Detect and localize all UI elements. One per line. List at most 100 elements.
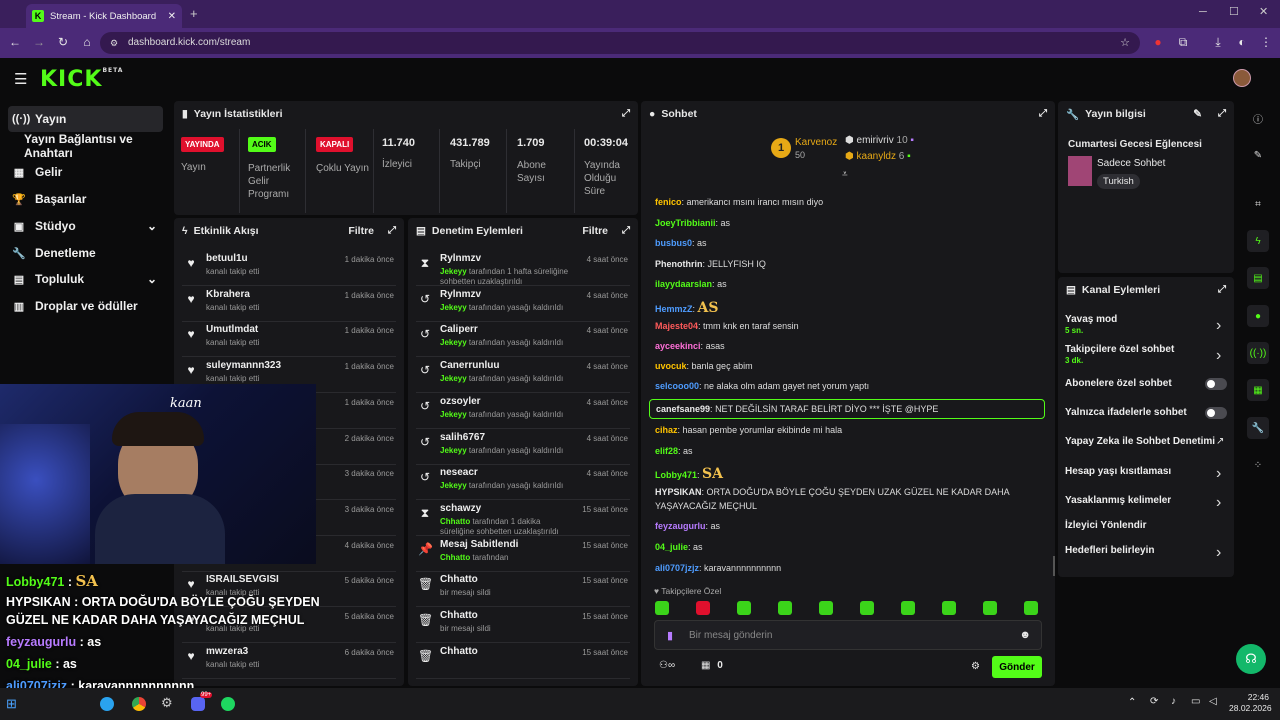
emoji-picker-icon[interactable]: ☻ [1019,629,1031,641]
edge-icon[interactable] [100,697,114,711]
sidebar-item-stream-key[interactable]: Yayın Bağlantısı ve Anahtarı [8,132,163,160]
discord-icon[interactable] [191,697,205,711]
extensions-puzzle-icon[interactable]: ⧉ [1175,35,1191,50]
activity-name[interactable]: Kbrahera [206,289,250,300]
edit-pencil-icon[interactable]: ✎ [1236,141,1280,169]
moderator-name[interactable]: Jekeyy [440,267,467,276]
extension-icon[interactable]: ● [1150,35,1166,49]
chat-username[interactable]: Lobby471 [655,470,697,480]
chat-input[interactable]: ▮ Bir mesaj gönderin ☻ [654,620,1042,650]
tray-speaker-icon[interactable]: ◁ [1209,696,1217,707]
chat-username[interactable]: elif28 [655,446,678,456]
download-icon[interactable]: ⤓ [1210,35,1226,50]
moderator-name[interactable]: Jekeyy [440,410,467,419]
steam-icon[interactable]: ⚙ [161,695,173,711]
chat-username[interactable]: canefsane99 [656,404,710,414]
activity-name[interactable]: betuul1u [206,253,248,264]
moderation-target[interactable]: Chhatto [440,574,478,585]
channel-action-item[interactable]: Takipçilere özel sohbet 3 dk. [1065,344,1174,365]
chevron-right-icon[interactable]: › [1216,494,1270,512]
chat-users-icon[interactable]: ⚇∞ [659,660,675,671]
expand-icon[interactable]: ⤢ [622,225,630,236]
chat-username[interactable]: JoeyTribbianii [655,218,716,228]
chat-username[interactable]: Majeste04 [655,321,698,331]
chat-username[interactable]: ayceekinci [655,341,701,351]
emote-icon[interactable] [1024,601,1038,615]
channel-action-item[interactable]: Yasaklanmış kelimeler [1065,495,1171,506]
sidebar-item-denetleme[interactable]: 🔧 Denetleme [8,240,163,266]
channel-action-item[interactable]: Yalnızca ifadelerle sohbet [1065,407,1187,418]
moderator-name[interactable]: Jekeyy [440,446,467,455]
moderation-target[interactable]: neseacr [440,467,478,478]
tray-clock[interactable]: 22:46 28.02.2026 [1229,692,1272,714]
scan-icon[interactable]: ⌗ [1236,190,1280,218]
moderator-name[interactable]: Jekeyy [440,481,467,490]
leader-3[interactable]: ⬢ kaanyldz 6 ▪ [845,151,911,162]
sidebar-item-topluluk[interactable]: ▤ Topluluk ⌄ [8,266,163,292]
url-field[interactable]: ⚙ dashboard.kick.com/stream ☆ [100,32,1140,54]
moderator-name[interactable]: Jekeyy [440,374,467,383]
channel-action-item[interactable]: Hesap yaşı kısıtlaması [1065,466,1171,477]
emote-icon[interactable] [696,601,710,615]
sidebar-item-basarilar[interactable]: 🏆 Başarılar [8,186,163,212]
emote-icon[interactable] [737,601,751,615]
tray-chevron-icon[interactable]: ⌃ [1128,697,1136,708]
channel-action-item[interactable]: Abonelere özel sohbet [1065,378,1172,389]
forward-icon[interactable]: → [31,35,47,49]
emote-icon[interactable] [778,601,792,615]
channel-action-item[interactable]: İzleyici Yönlendir [1065,520,1147,531]
chat-username[interactable]: uvocuk [655,361,687,371]
activity-name[interactable]: suleymannn323 [206,360,281,371]
sidebar-item-droplar[interactable]: ▥ Droplar ve ödüller [8,293,163,319]
chat-icon[interactable]: ● [1236,302,1280,330]
profile-avatar-icon[interactable]: ◐ [1234,35,1250,49]
home-icon[interactable]: ⌂ [79,35,95,49]
moderation-target[interactable]: schawzy [440,503,481,514]
emote-icon[interactable] [655,601,669,615]
tab-close-icon[interactable]: ✕ [168,11,176,22]
spotify-icon[interactable] [221,697,235,711]
tray-sync-icon[interactable]: ⟳ [1150,696,1158,707]
browser-menu-icon[interactable]: ⋮ [1258,35,1274,49]
toggle-switch[interactable] [1205,407,1227,419]
site-info-icon[interactable]: ⚙ [110,32,118,54]
kick-logo[interactable]: KICKBETA [40,67,123,92]
expand-icon[interactable]: ⤢ [388,225,396,236]
activity-name[interactable]: ISRAILSEVGISI [206,574,279,585]
sidebar-item-gelir[interactable]: ▦ Gelir [8,159,163,185]
activity-name[interactable]: mwzera3 [206,646,248,657]
windows-start-icon[interactable]: ⊞ [6,696,17,712]
expand-icon[interactable]: ⤢ [622,108,630,119]
reload-icon[interactable]: ↻ [55,35,71,49]
emote-icon[interactable] [942,601,956,615]
browser-tab[interactable]: K Stream - Kick Dashboard ✕ [26,4,182,28]
expand-icon[interactable]: ⤢ [1218,284,1226,295]
filter-button[interactable]: Filtre [582,225,608,237]
channel-action-item[interactable]: Hedefleri belirleyin [1065,545,1154,556]
wrench-icon[interactable]: 🔧 [1236,414,1280,442]
chat-username[interactable]: ali0707jzjz [655,563,699,573]
user-avatar[interactable] [1233,69,1251,87]
filter-button[interactable]: Filtre [348,225,374,237]
chat-username[interactable]: HemmzZ [655,304,693,314]
moderation-target[interactable]: Chhatto [440,610,478,621]
leader-name[interactable]: Karvenoz [795,137,837,148]
emote-icon[interactable] [819,601,833,615]
moderator-name[interactable]: Chhatto [440,553,470,562]
moderator-name[interactable]: Chhatto [440,517,470,526]
expand-icon[interactable]: ⤢ [1218,108,1226,119]
broadcast-icon[interactable]: ((·)) [1236,339,1280,367]
chat-username[interactable]: selcooo00 [655,381,699,391]
bookmark-star-icon[interactable]: ☆ [1120,32,1130,54]
expand-icon[interactable]: ⤢ [1039,108,1047,119]
moderator-name[interactable]: Jekeyy [440,303,467,312]
chrome-icon[interactable] [132,697,146,711]
apps-icon[interactable]: ⁘ [1236,451,1280,479]
sidebar-item-studyo[interactable]: ▣ Stüdyo ⌄ [8,213,163,239]
channel-action-item[interactable]: Yavaş mod 5 sn. [1065,314,1117,335]
new-tab-icon[interactable]: + [190,6,198,21]
chat-username[interactable]: ilayydaarslan [655,279,712,289]
toggle-switch[interactable] [1205,378,1227,390]
chat-username[interactable]: 04_julie [655,542,688,552]
moderation-target[interactable]: Rylnmzv [440,253,481,264]
